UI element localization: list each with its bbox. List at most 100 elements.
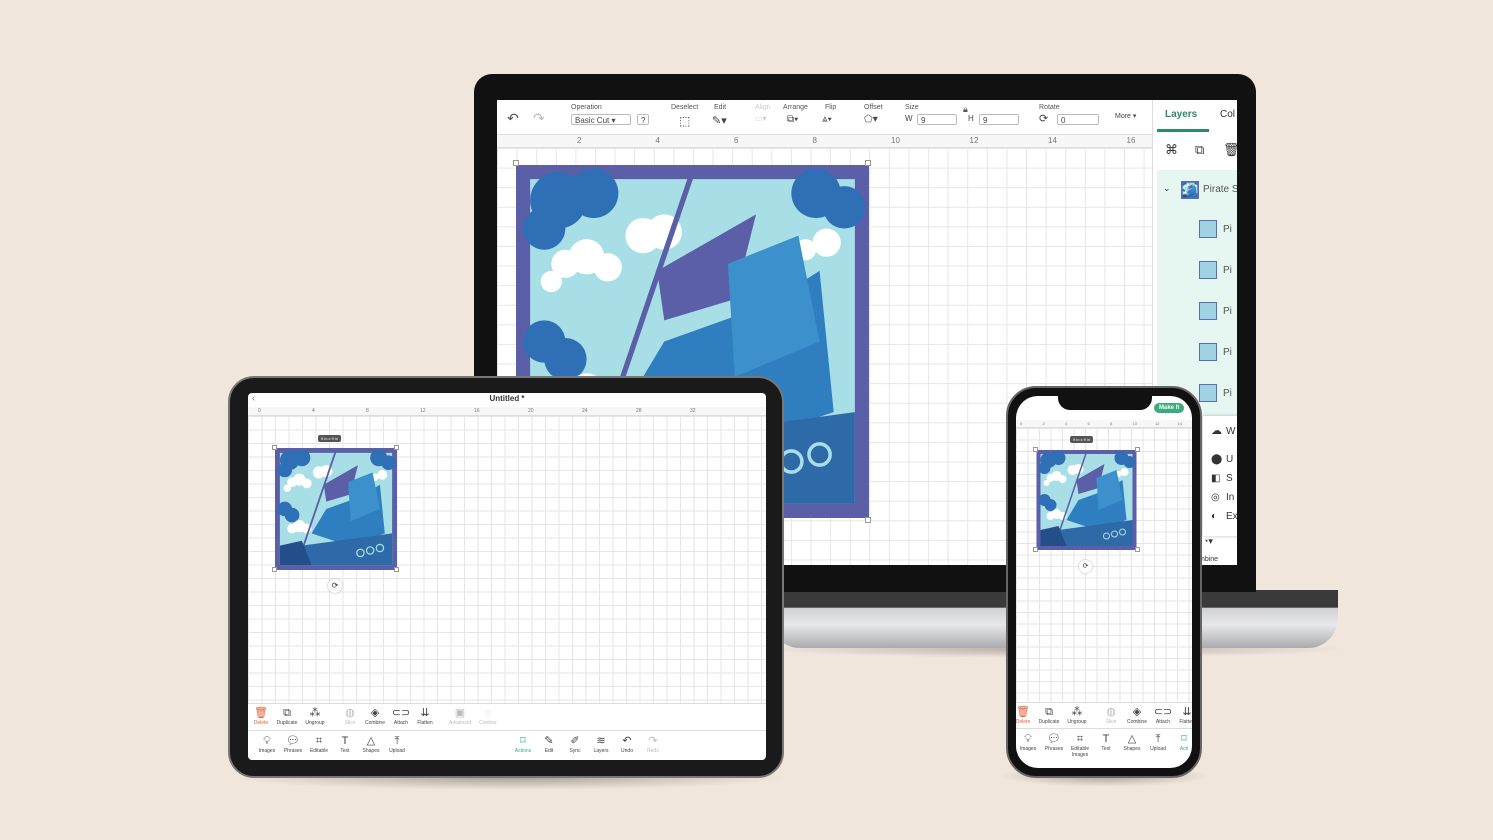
tool-advanced[interactable]: ▣ Advanced [447, 707, 473, 726]
combine-icon[interactable]: ◔▾ [1203, 536, 1213, 547]
attach-icon: ⊂⊃ [391, 707, 411, 719]
tool-ungroup[interactable]: ⁂ Ungroup [1064, 706, 1090, 725]
height-input[interactable]: 9 [979, 114, 1019, 125]
layer-name[interactable]: Pi [1223, 347, 1232, 358]
tool-sync[interactable]: ✐ Sync [562, 735, 588, 754]
tool-redo[interactable]: ↷ Redo [640, 735, 666, 754]
more-button[interactable]: More ▾ [1115, 112, 1136, 120]
tool-text[interactable]: T Text [1093, 733, 1119, 752]
undo-icon[interactable]: ↶ [507, 110, 519, 127]
pirate-ship-design[interactable] [275, 448, 397, 570]
offset-icon[interactable]: ⬠▾ [864, 114, 878, 125]
ruler-tick-label: 12 [969, 136, 979, 145]
tool-text[interactable]: T Text [332, 735, 358, 754]
help-button[interactable]: ? [637, 114, 650, 125]
menu-item-weld[interactable]: W [1226, 426, 1235, 437]
tool-editable-images[interactable]: ⌗ Editable Images [1067, 733, 1093, 758]
rotate-handle-icon[interactable]: ⟳ [328, 579, 342, 593]
layer-name[interactable]: Pi [1223, 388, 1232, 399]
align-icon[interactable]: ▭▾ [755, 114, 767, 123]
tool-ungroup[interactable]: ⁂ Ungroup [302, 707, 328, 726]
operation-select[interactable]: Basic Cut ▾ [571, 114, 631, 125]
tool-label: Advanced [448, 720, 472, 726]
selection-handle[interactable] [1033, 447, 1038, 452]
layer-group-row[interactable]: ⌄ Pirate S [1157, 170, 1237, 210]
tool-images[interactable]: 💡︎ Images [1016, 733, 1041, 752]
layer-thumbnail[interactable] [1199, 220, 1217, 238]
arrange-icon[interactable]: ⧉▾ [787, 114, 798, 125]
tool-layers[interactable]: ≋ Layers [588, 735, 614, 754]
duplicate-icon[interactable]: ⧉ [1195, 142, 1204, 158]
weld-icon[interactable]: ☁ [1211, 424, 1222, 437]
tab-color-sync[interactable]: Col [1220, 109, 1235, 120]
selection-handle[interactable] [394, 445, 399, 450]
tool-flatten[interactable]: ⇊Flatten [1174, 706, 1192, 725]
selection-handle[interactable] [865, 517, 871, 523]
tool-phrases[interactable]: 💬︎ Phrases [1041, 733, 1067, 752]
layer-thumbnail[interactable] [1199, 343, 1217, 361]
tool-upload[interactable]: ⤒ Upload [384, 735, 410, 754]
group-icon[interactable]: ⌘ [1165, 142, 1178, 158]
tool-slice[interactable]: ◍ Slice [337, 707, 363, 726]
menu-item[interactable]: Ex [1226, 511, 1237, 522]
tool-editable[interactable]: ⌗ Editable [306, 735, 332, 754]
edit-bar: 🗑︎ Delete ⧉ Duplicate ⁂ Ungroup ◍ Slice ◈ Combine… [1016, 702, 1192, 728]
tool-contour[interactable]: ◌ Contour [475, 707, 501, 726]
delete-icon[interactable]: 🗑︎ [1223, 142, 1237, 158]
selection-handle[interactable] [865, 160, 871, 166]
tool-attach[interactable]: ⊂⊃ Attach [1150, 706, 1176, 725]
selection-handle[interactable] [272, 567, 277, 572]
width-input[interactable]: 9 [917, 114, 957, 125]
layer-name[interactable]: Pi [1223, 224, 1232, 235]
selection-handle[interactable] [1033, 547, 1038, 552]
menu-item[interactable]: In [1226, 492, 1234, 503]
tool-delete[interactable]: 🗑︎ Delete [1016, 706, 1036, 725]
tool-delete[interactable]: 🗑︎ Delete [248, 707, 274, 726]
selection-handle[interactable] [394, 567, 399, 572]
flip-icon[interactable]: ⩓▾ [822, 114, 832, 125]
tool-actions[interactable]: ⌑ Actions [510, 735, 536, 754]
tool-acti[interactable]: ⌑ Acti [1171, 733, 1192, 752]
pen-icon[interactable]: ✎▾ [712, 114, 727, 127]
layer-thumbnail[interactable] [1199, 384, 1217, 402]
delete-icon: 🗑︎ [254, 707, 268, 719]
make-it-button[interactable]: Make It [1154, 403, 1185, 413]
layer-name[interactable]: Pi [1223, 306, 1232, 317]
pirate-ship-design[interactable] [1036, 450, 1137, 550]
advanced-icon: ▣ [454, 707, 466, 719]
upload-icon: ⤒ [394, 735, 400, 747]
tool-slice[interactable]: ◍ Slice [1098, 706, 1124, 725]
layer-thumbnail[interactable] [1199, 302, 1217, 320]
rotate-input[interactable]: 0 [1057, 114, 1099, 125]
tool-flatten[interactable]: ⇊Flatten [412, 707, 438, 726]
tool-shapes[interactable]: △ Shapes [358, 735, 384, 754]
tab-layers[interactable]: Layers [1165, 109, 1197, 120]
layer-thumbnail[interactable] [1199, 261, 1217, 279]
tool-attach[interactable]: ⊂⊃ Attach [388, 707, 414, 726]
tool-undo[interactable]: ↶ Undo [614, 735, 640, 754]
selection-handle[interactable] [272, 445, 277, 450]
tool-phrases[interactable]: 💬︎ Phrases [280, 735, 306, 754]
tool-upload[interactable]: ⤒ Upload [1145, 733, 1171, 752]
tool-combine[interactable]: ◈ Combine [1124, 706, 1150, 725]
menu-item[interactable]: U [1226, 454, 1233, 465]
rotate-handle-icon[interactable]: ⟳ [1079, 560, 1092, 573]
menu-item[interactable]: S [1226, 473, 1233, 484]
chevron-down-icon[interactable]: ⌄ [1163, 183, 1171, 194]
layer-name[interactable]: Pi [1223, 265, 1232, 276]
deselect-label: Deselect [671, 104, 699, 111]
selection-handle[interactable] [513, 160, 519, 166]
selection-handle[interactable] [1135, 547, 1140, 552]
deselect-icon[interactable]: ⬚ [679, 114, 690, 128]
tool-duplicate[interactable]: ⧉ Duplicate [274, 707, 300, 726]
height-label: H [968, 114, 974, 123]
edit-bar: 🗑︎ Delete ⧉ Duplicate ⁂ Ungroup ◍ Slice ◈ Combine… [248, 703, 766, 730]
phone-notch [1058, 396, 1152, 410]
tool-duplicate[interactable]: ⧉ Duplicate [1036, 706, 1062, 725]
tool-combine[interactable]: ◈ Combine [362, 707, 388, 726]
tool-images[interactable]: 💡︎ Images [254, 735, 280, 754]
tool-shapes[interactable]: △ Shapes [1119, 733, 1145, 752]
selection-handle[interactable] [1135, 447, 1140, 452]
redo-icon[interactable]: ↷ [533, 110, 545, 127]
tool-edit[interactable]: ✎ Edit [536, 735, 562, 754]
